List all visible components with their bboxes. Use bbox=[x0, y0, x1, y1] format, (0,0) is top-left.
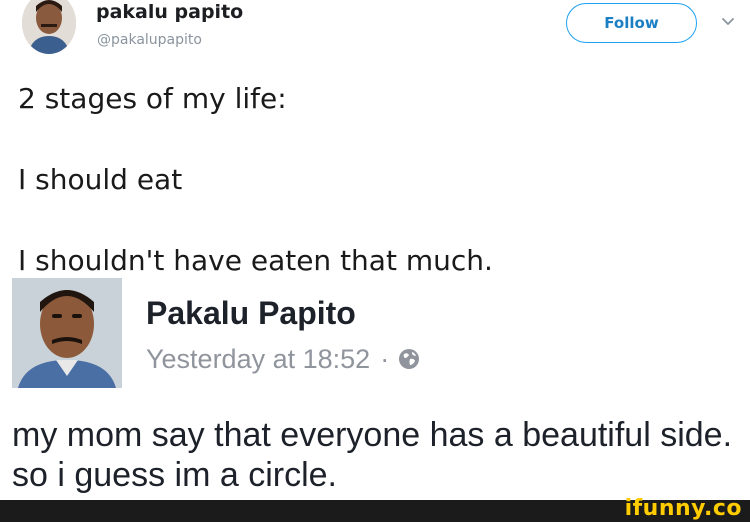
ifunny-logo: ifunny.co bbox=[624, 496, 742, 521]
watermark-bar: ifunny.co bbox=[0, 496, 750, 522]
post-text: my mom say that everyone has a beautiful… bbox=[12, 416, 733, 494]
globe-icon[interactable] bbox=[398, 348, 420, 370]
follow-button[interactable]: Follow bbox=[566, 3, 697, 43]
avatar-image bbox=[12, 278, 122, 388]
tweet: pakalu papito @pakalupapito Follow 2 sta… bbox=[0, 0, 750, 277]
avatar-image bbox=[22, 0, 76, 54]
avatar[interactable] bbox=[12, 278, 122, 388]
post-meta: Yesterday at 18:52 · bbox=[146, 343, 420, 375]
tweet-text-line: I shouldn't have eaten that much. bbox=[18, 244, 493, 277]
facebook-post: Pakalu Papito Yesterday at 18:52 · my mo… bbox=[0, 275, 750, 500]
chevron-down-icon[interactable] bbox=[721, 17, 735, 27]
tweet-text-line: 2 stages of my life: bbox=[18, 82, 287, 115]
post-timestamp[interactable]: Yesterday at 18:52 bbox=[146, 343, 370, 375]
meta-separator: · bbox=[380, 344, 390, 374]
tweet-text-line: I should eat bbox=[18, 163, 183, 196]
tweet-author-handle[interactable]: @pakalupapito bbox=[97, 31, 202, 49]
avatar[interactable] bbox=[22, 0, 76, 54]
tweet-author-name[interactable]: pakalu papito bbox=[96, 1, 243, 23]
post-author-name[interactable]: Pakalu Papito bbox=[146, 295, 356, 331]
